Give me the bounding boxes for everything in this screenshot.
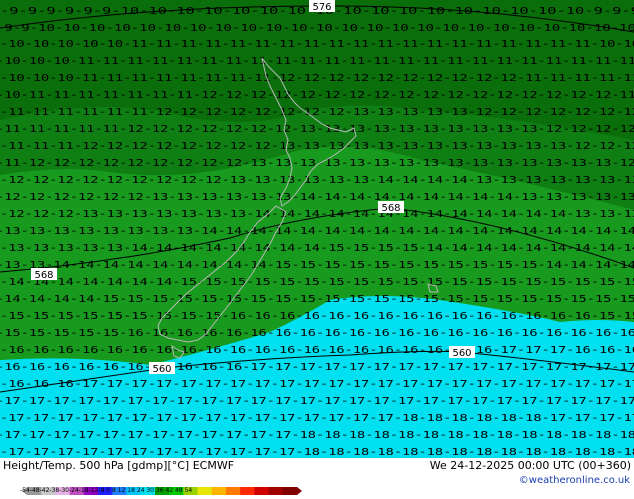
colorbar-segment	[240, 487, 255, 495]
temperature-row: -12-12-12-13-13-13-13-13-13-13-14-14-14-…	[0, 209, 634, 220]
temperature-row: -13-13-13-13-13-14-14-14-14-14-14-14-14-…	[0, 243, 634, 254]
temperature-row: -14-14-14-14-15-15-15-15-15-15-15-15-15-…	[0, 294, 634, 305]
temperature-row: -15-15-15-15-15-16-16-16-16-16-16-16-16-…	[0, 328, 634, 339]
colorbar-segment	[282, 487, 298, 495]
weather-map: -9-9-9-9-9-9-10-10-10-10-10-10-10-10-10-…	[0, 0, 634, 458]
temperature-row: -16-16-16-16-16-16-16-16-16-16-17-17-17-…	[0, 362, 634, 373]
colorbar-segment	[211, 487, 227, 495]
temperature-row: -11-11-11-11-11-12-12-12-12-12-12-12-13-…	[0, 124, 634, 135]
map-footer: Height/Temp. 500 hPa [gdmp][°C] ECMWF We…	[0, 458, 634, 495]
colorbar-segment	[268, 487, 284, 495]
temperature-row: -10-10-10-11-11-11-11-11-11-11-11-11-11-…	[0, 56, 634, 67]
map-canvas: -9-9-9-9-9-9-10-10-10-10-10-10-10-10-10-…	[0, 0, 634, 458]
temperature-row: -16-16-16-16-16-16-16-16-16-16-16-16-16-…	[0, 345, 634, 356]
temperature-row: -13-13-13-13-13-13-13-13-14-14-14-14-14-…	[0, 226, 634, 237]
temperature-row: -11-12-12-12-12-12-12-12-12-12-13-13-13-…	[0, 158, 634, 169]
map-title: Height/Temp. 500 hPa [gdmp][°C] ECMWF	[3, 459, 235, 472]
temperature-row: -17-17-17-17-17-17-17-17-17-17-17-17-18-…	[0, 430, 634, 441]
contour-label-576: 576	[312, 2, 331, 13]
contour-label-560-east: 560	[452, 348, 471, 359]
temperature-row: -17-17-17-17-17-17-17-17-17-17-17-17-18-…	[0, 447, 634, 458]
colorbar-segment	[225, 487, 241, 495]
colorbar-arrow-right	[297, 487, 302, 495]
valid-time: We 24-12-2025 00:00 UTC (00+360)	[429, 459, 631, 472]
credit-link[interactable]: ©weatheronline.co.uk	[519, 475, 630, 486]
colorbar-segment	[197, 487, 213, 495]
temperature-row: -10-10-10-10-10-11-11-11-11-11-11-11-11-…	[0, 39, 634, 50]
colorbar-tick-labels: -54-48-42-38-30-24-18-12-8 0 8 12 18 24 …	[20, 487, 193, 494]
temperature-row: -11-11-11-11-11-11-12-12-12-12-12-12-12-…	[0, 107, 634, 118]
temperature-row: -16-16-16-17-17-17-17-17-17-17-17-17-17-…	[0, 379, 634, 390]
temperature-row: -12-12-12-12-12-12-12-12-12-13-13-13-13-…	[0, 175, 634, 186]
temperature-row: -17-17-17-17-17-17-17-17-17-17-17-17-17-…	[0, 396, 634, 407]
temperature-row: -9-9-10-10-10-10-10-10-10-10-10-10-10-10…	[0, 23, 634, 34]
temperature-row: -15-15-15-15-15-15-15-15-15-16-16-16-16-…	[0, 311, 634, 322]
contour-label-560-west: 560	[152, 364, 171, 375]
temperature-row: -10-11-11-11-11-11-11-11-12-12-12-12-12-…	[0, 90, 634, 101]
temperature-row: -17-17-17-17-17-17-17-17-17-17-17-17-17-…	[0, 413, 634, 424]
contour-label-568-west: 568	[34, 270, 53, 281]
temperature-row: -10-10-10-11-11-11-11-11-11-11-11-12-12-…	[0, 73, 634, 84]
contour-label-568-east: 568	[381, 203, 400, 214]
temperature-row: -12-12-12-12-12-12-13-13-13-13-13-13-14-…	[0, 192, 634, 203]
temperature-row: -11-11-11-12-12-12-12-12-12-12-12-13-13-…	[0, 141, 634, 152]
colorbar-segment	[254, 487, 270, 495]
temperature-row: -14-14-14-14-14-14-14-15-15-15-15-15-15-…	[0, 277, 634, 288]
